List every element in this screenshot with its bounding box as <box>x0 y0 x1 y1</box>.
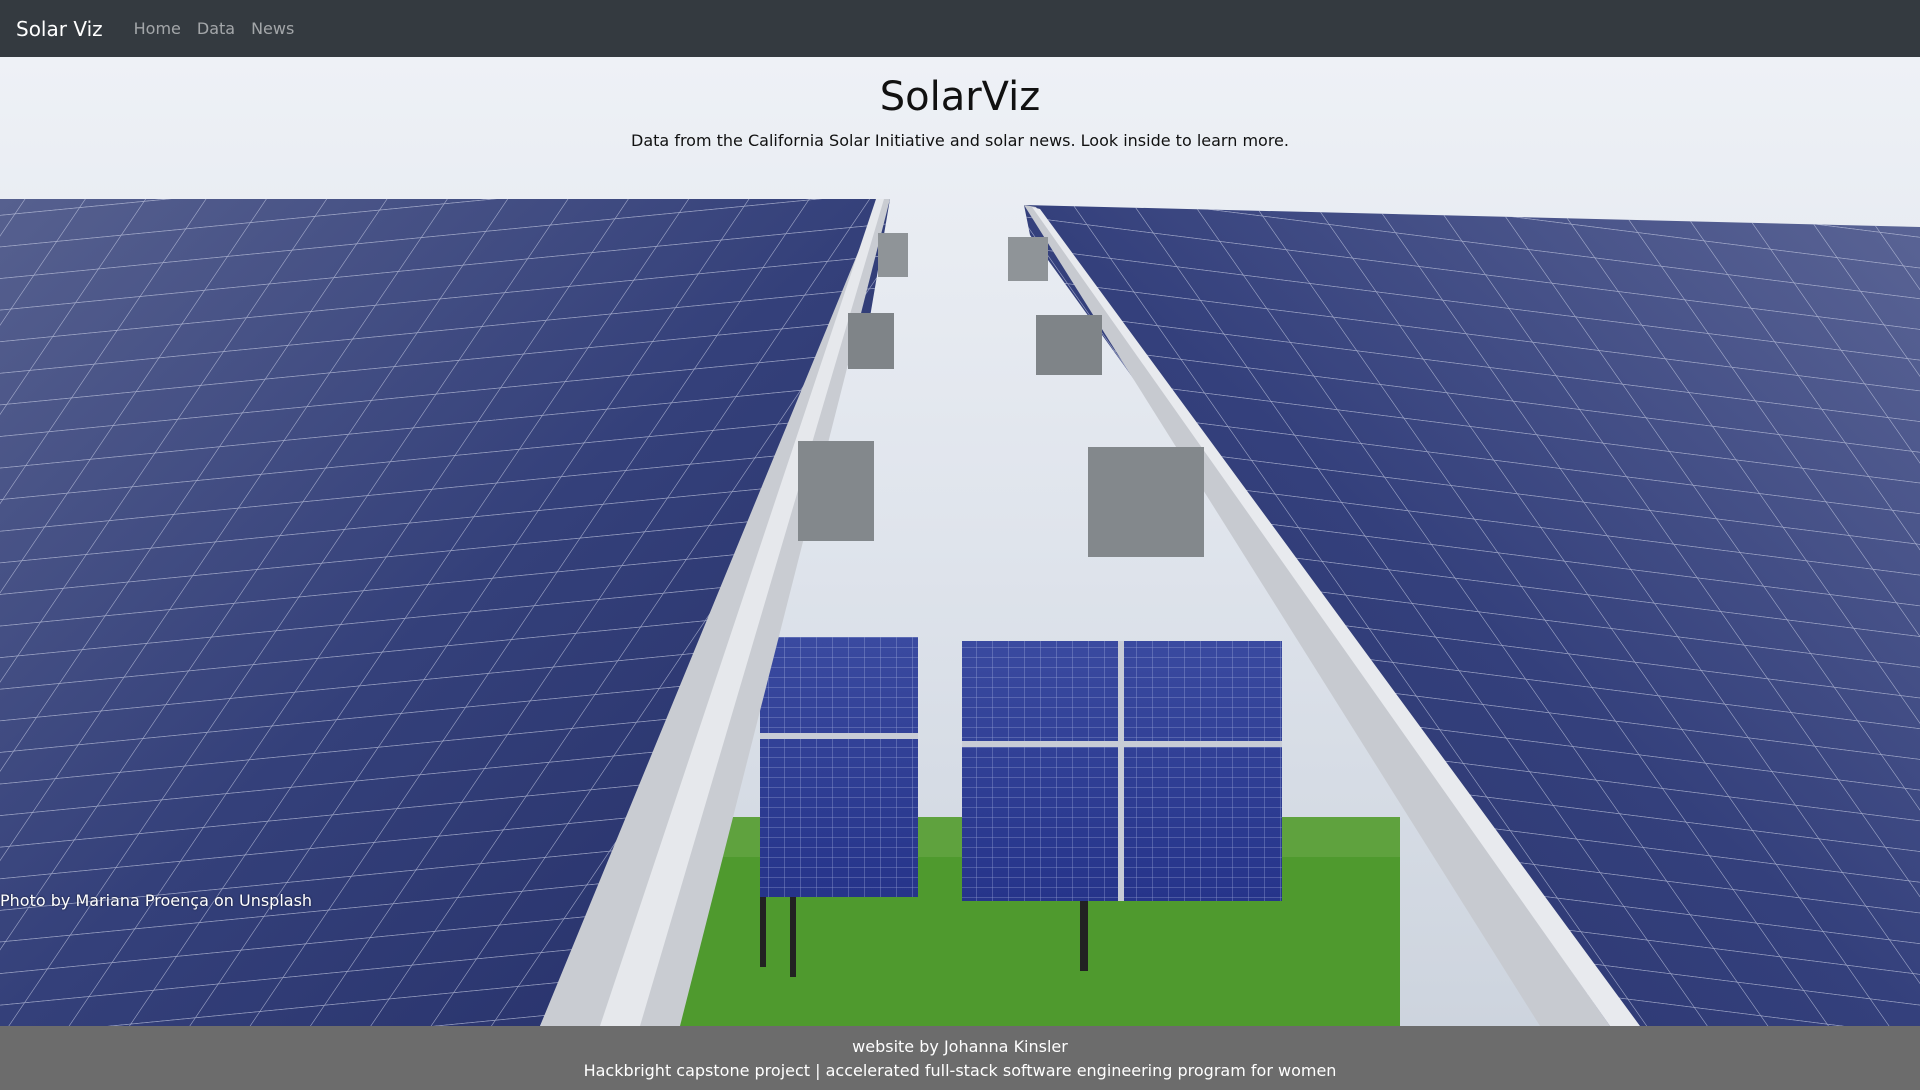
photo-credit: Photo by Mariana Proença on Unsplash <box>0 891 313 910</box>
footer-author: website by Johanna Kinsler <box>852 1037 1068 1056</box>
nav-link-data[interactable]: Data <box>197 19 235 38</box>
hero-section: SolarViz Data from the California Solar … <box>0 57 1920 1026</box>
nav-link-home[interactable]: Home <box>134 19 181 38</box>
hero-title: SolarViz <box>879 74 1041 120</box>
footer-description: Hackbright capstone project | accelerate… <box>583 1061 1337 1080</box>
nav-link-news[interactable]: News <box>251 19 294 38</box>
navbar-brand[interactable]: Solar Viz <box>16 17 103 41</box>
solar-panels-background-image <box>0 57 1920 1026</box>
hero-subtitle: Data from the California Solar Initiativ… <box>631 131 1289 150</box>
footer: website by Johanna Kinsler Hackbright ca… <box>0 1026 1920 1090</box>
navbar: Solar Viz Home Data News <box>0 0 1920 57</box>
